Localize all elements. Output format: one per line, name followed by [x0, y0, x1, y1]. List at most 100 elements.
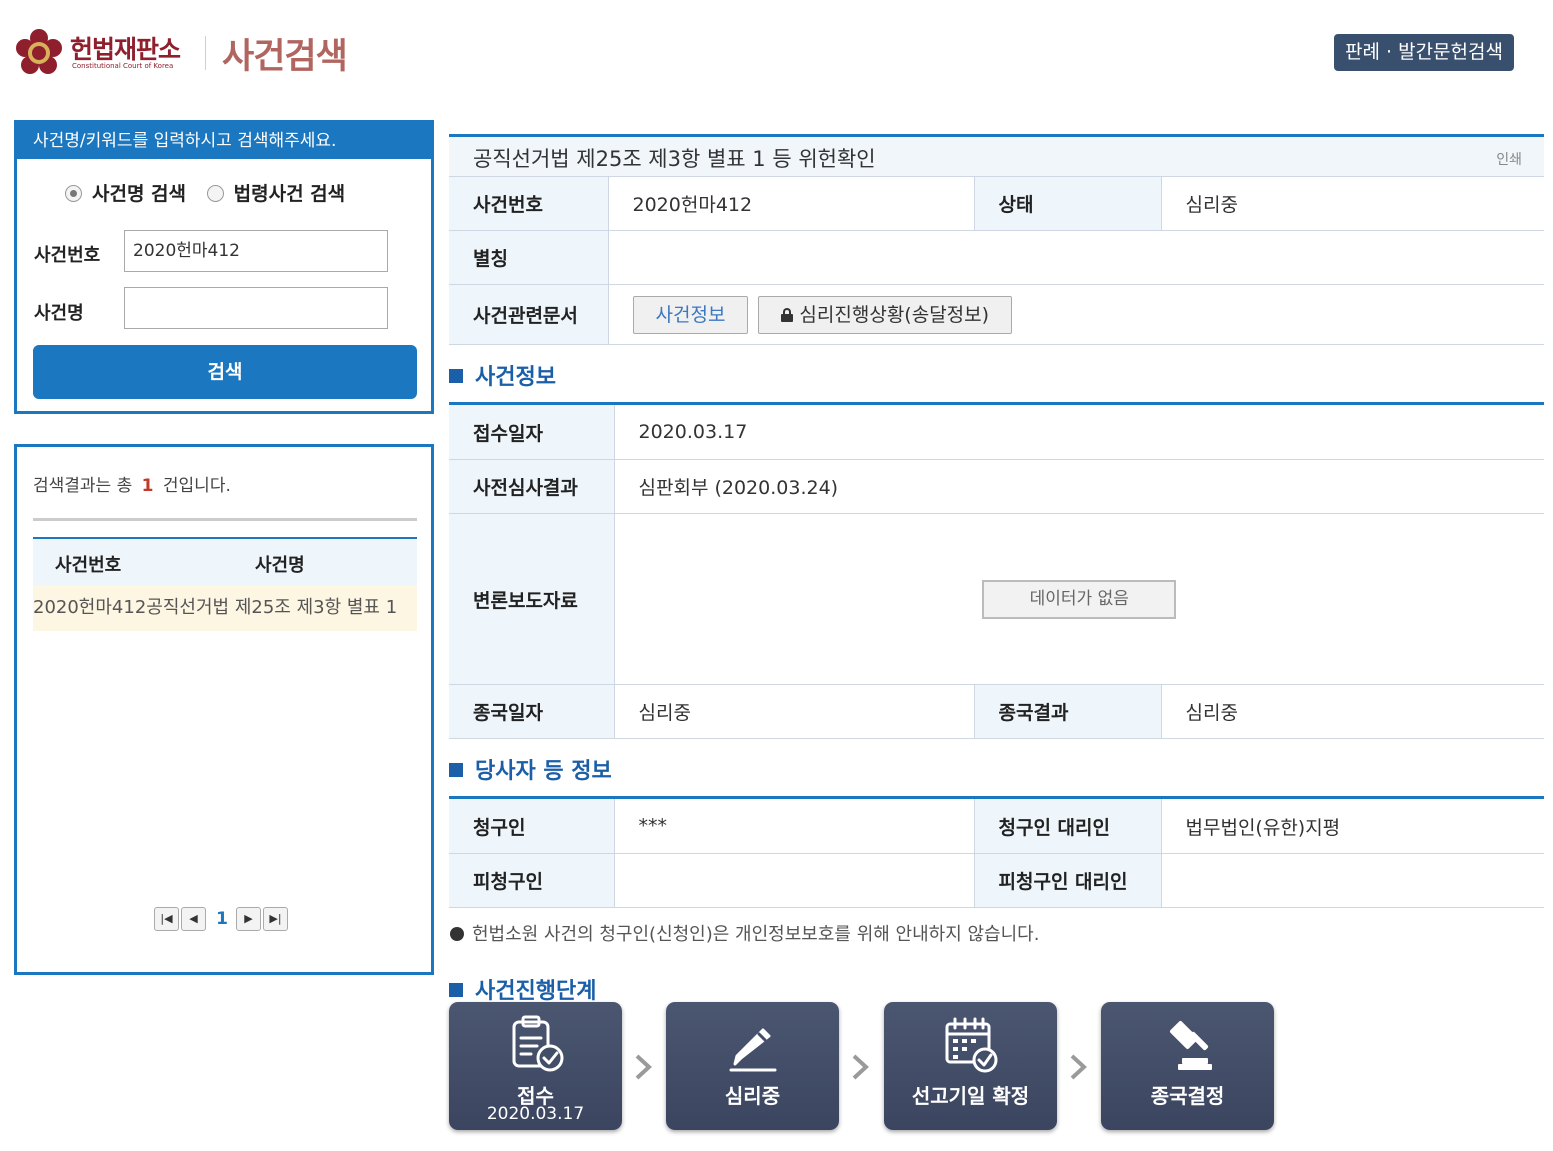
petitioner-agent-header: 청구인 대리인 [973, 796, 1162, 854]
case-name-input[interactable] [124, 287, 388, 329]
docs-header: 사건관련문서 [449, 284, 609, 345]
petitioner-value: *** [613, 796, 975, 854]
case-number-header: 사건번호 [449, 176, 609, 231]
section-bullet-icon [449, 369, 463, 383]
pagination: |◀ ◀ 1 ▶ ▶| [154, 907, 290, 933]
respondent-header: 피청구인 [449, 853, 615, 908]
print-link[interactable]: 인쇄 [1496, 149, 1522, 169]
final-date-value: 심리중 [613, 684, 975, 739]
page-title: 사건검색 [222, 37, 348, 77]
case-number-label: 사건번호 [34, 245, 101, 266]
section-case-info: 사건정보 [449, 359, 556, 391]
section-case-info-title: 사건정보 [475, 365, 556, 390]
case-info-table: 접수일자 2020.03.17 사전심사결과 심판회부 (2020.03.24)… [449, 402, 1545, 739]
progress-steps: 접수 2020.03.17 심리중 선고기일 확정 종국결정 [449, 1002, 1299, 1130]
final-result-header: 종국결과 [973, 684, 1162, 739]
section-progress: 사건진행단계 [449, 973, 596, 1005]
search-instruction: 사건명/키워드를 입력하시고 검색해주세요. [17, 123, 431, 159]
case-title: 공직선거법 제25조 제3항 별표 1 등 위헌확인 [473, 147, 876, 171]
chevron-right-icon [635, 1054, 652, 1080]
section-parties-title: 당사자 등 정보 [475, 759, 612, 784]
step-label: 종국결정 [1150, 1084, 1225, 1108]
step-label: 선고기일 확정 [911, 1084, 1030, 1108]
results-divider [33, 518, 417, 521]
final-result-value: 심리중 [1160, 684, 1545, 739]
section-parties: 당사자 등 정보 [449, 753, 612, 785]
court-emblem-icon[interactable] [14, 28, 64, 78]
search-button[interactable]: 검색 [33, 345, 417, 399]
press-material-header: 변론보도자료 [449, 513, 615, 685]
status-header: 상태 [973, 176, 1162, 231]
results-summary-suffix: 건입니다. [162, 476, 231, 496]
result-case-number[interactable]: 2020헌마412 [33, 597, 146, 618]
alias-header: 별칭 [449, 230, 609, 285]
section-progress-title: 사건진행단계 [475, 979, 597, 1004]
radio-case-name-label[interactable]: 사건명 검색 [92, 183, 186, 205]
pre-review-header: 사전심사결과 [449, 459, 615, 514]
step-filed: 접수 2020.03.17 [449, 1002, 622, 1130]
radio-law-case[interactable] [206, 185, 224, 202]
search-mode-group: 사건명 검색 법령사건 검색 [65, 179, 359, 206]
progress-status-label: 심리진행상황(송달정보) [799, 303, 990, 326]
column-case-number: 사건번호 [55, 555, 122, 576]
header-divider [205, 36, 206, 70]
radio-case-name[interactable] [65, 185, 82, 202]
section-bullet-icon [449, 983, 463, 997]
final-date-header: 종국일자 [449, 684, 615, 739]
petitioner-agent-value: 법무법인(유한)지평 [1160, 796, 1544, 854]
filing-date-value: 2020.03.17 [613, 402, 1545, 460]
results-summary-prefix: 검색결과는 총 [33, 476, 133, 496]
respondent-value [613, 853, 975, 908]
results-summary: 검색결과는 총 1 건입니다. [33, 471, 231, 496]
result-case-name[interactable]: 공직선거법 제25조 제3항 별표 1 [146, 597, 397, 618]
alias-value [607, 230, 1544, 285]
last-page-icon[interactable]: ▶| [263, 907, 288, 931]
step-reviewing: 심리중 [666, 1002, 839, 1130]
court-name-en: Constitutional Court of Korea [72, 62, 174, 70]
page-number[interactable]: 1 [208, 909, 236, 929]
status-value: 심리중 [1160, 176, 1544, 231]
step-sentencing-date: 선고기일 확정 [884, 1002, 1057, 1130]
calendar-check-icon [945, 1017, 997, 1073]
parties-table: 청구인 *** 청구인 대리인 법무법인(유한)지평 피청구인 피청구인 대리인 [449, 796, 1544, 908]
lock-icon [781, 307, 794, 322]
step-final-decision: 종국결정 [1101, 1002, 1274, 1130]
case-number-input[interactable]: 2020헌마412 [124, 230, 388, 272]
chevron-right-icon [1070, 1054, 1087, 1080]
step-date: 2020.03.17 [486, 1104, 585, 1124]
case-info-button[interactable]: 사건정보 [632, 295, 749, 334]
case-overview-table: 사건번호 2020헌마412 상태 심리중 별칭 사건관련문서 사건정보 심리진행… [449, 176, 1544, 345]
precedent-search-button[interactable]: 판례 · 발간문헌검색 [1334, 34, 1514, 71]
progress-status-button[interactable]: 심리진행상황(송달정보) [758, 295, 1013, 334]
gavel-icon [1169, 1020, 1212, 1070]
step-label: 심리중 [724, 1084, 781, 1108]
results-panel: 검색결과는 총 1 건입니다. 사건번호 사건명 2020헌마412공직선거법 … [14, 444, 434, 975]
no-data-box: 데이터가 없음 [982, 579, 1177, 619]
pre-review-value: 심판회부 (2020.03.24) [613, 459, 1545, 514]
chevron-right-icon [852, 1054, 869, 1080]
filing-date-header: 접수일자 [449, 402, 615, 460]
prev-page-icon[interactable]: ◀ [181, 907, 206, 931]
privacy-notice-text: 헌법소원 사건의 청구인(신청인)은 개인정보보호를 위해 안내하지 않습니다. [472, 924, 1040, 945]
result-row[interactable]: 2020헌마412공직선거법 제25조 제3항 별표 1 [33, 585, 417, 631]
case-number-value: 2020헌마412 [607, 176, 975, 231]
results-header: 사건번호 사건명 [33, 537, 417, 585]
docs-cell: 사건정보 심리진행상황(송달정보) [607, 284, 1544, 345]
respondent-agent-value [1160, 853, 1544, 908]
case-title-bar: 공직선거법 제25조 제3항 별표 1 등 위헌확인 인쇄 [449, 134, 1544, 176]
header: 헌법재판소 Constitutional Court of Korea 사건검색… [0, 0, 1553, 100]
next-page-icon[interactable]: ▶ [236, 907, 261, 931]
court-name[interactable]: 헌법재판소 [70, 30, 181, 66]
respondent-agent-header: 피청구인 대리인 [973, 853, 1162, 908]
case-name-label: 사건명 [34, 303, 84, 324]
search-panel: 사건명/키워드를 입력하시고 검색해주세요. 사건명 검색 법령사건 검색 사건… [14, 120, 434, 414]
column-case-name: 사건명 [255, 555, 305, 576]
results-count: 1 [141, 476, 154, 496]
bullet-icon [450, 927, 464, 941]
radio-law-case-label[interactable]: 법령사건 검색 [234, 183, 346, 205]
section-bullet-icon [449, 763, 463, 777]
document-check-icon [512, 1015, 563, 1072]
press-material-cell: 데이터가 없음 [613, 513, 1545, 685]
petitioner-header: 청구인 [449, 796, 615, 854]
first-page-icon[interactable]: |◀ [154, 907, 179, 931]
